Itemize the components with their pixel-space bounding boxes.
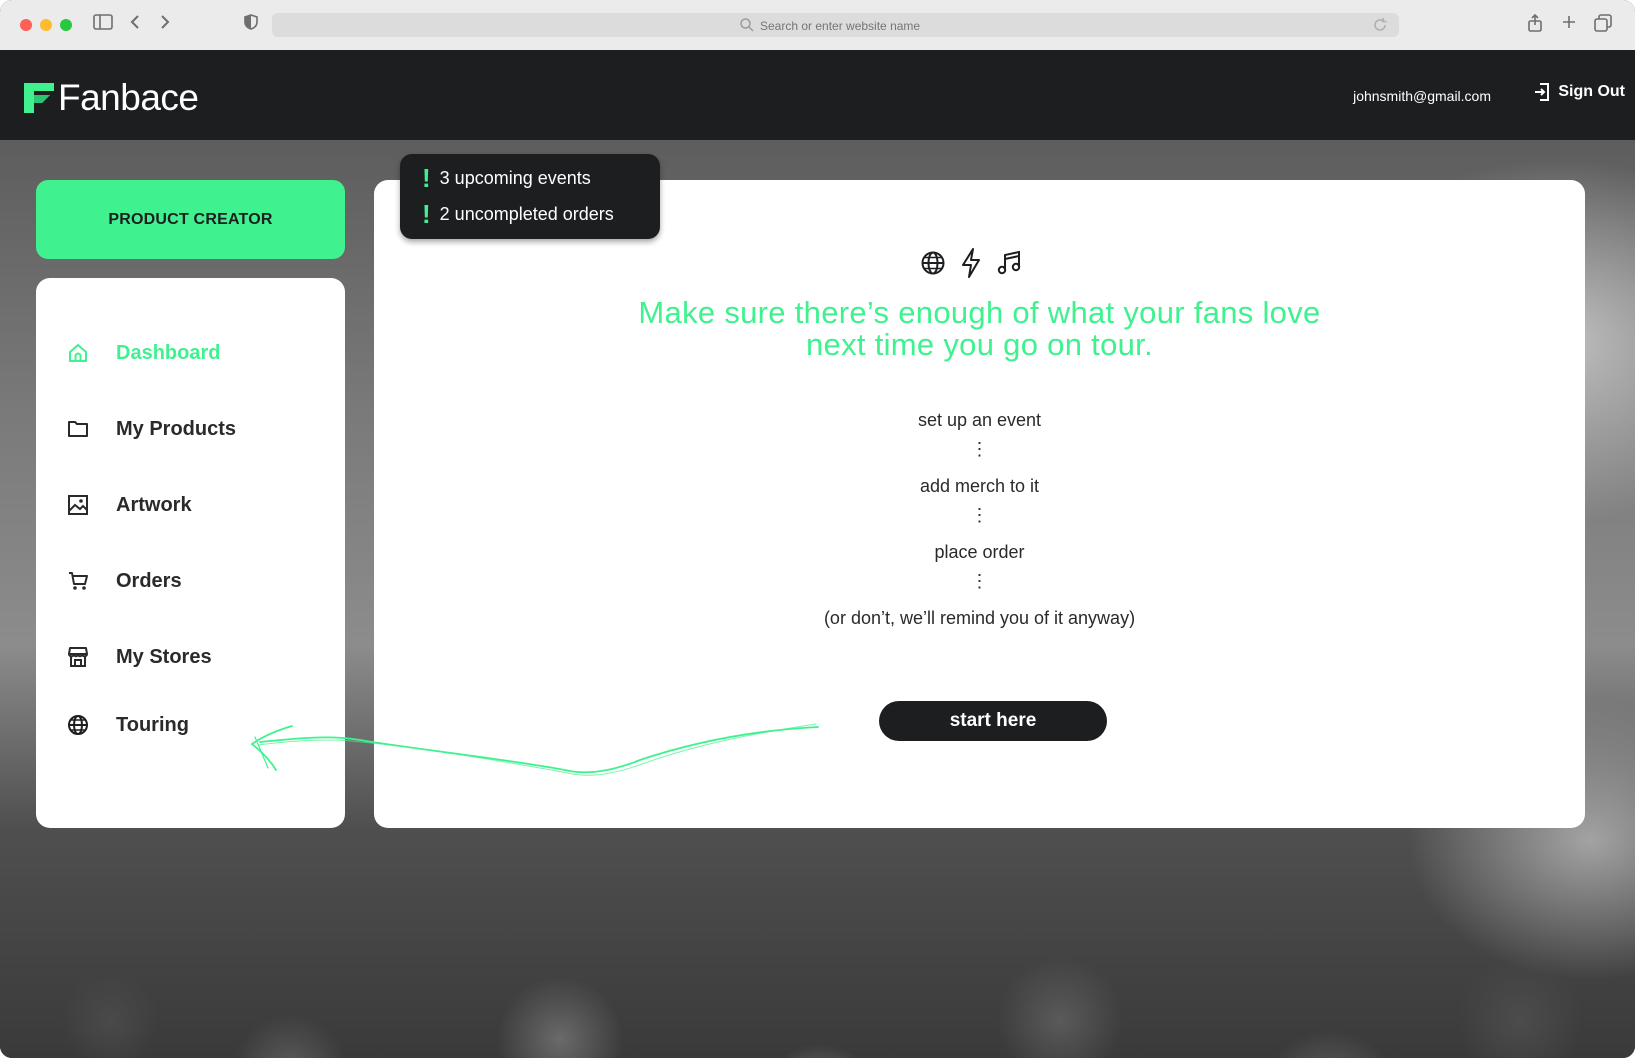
exclamation-icon: ! (422, 163, 431, 193)
address-input[interactable] (758, 15, 1062, 37)
zoom-window-button[interactable] (60, 19, 72, 31)
sidebar-item-my-products[interactable]: My Products (66, 411, 326, 447)
cart-icon (66, 569, 90, 593)
home-icon (66, 341, 90, 365)
sidebar-item-artwork[interactable]: Artwork (66, 487, 326, 523)
globe-icon (66, 713, 90, 737)
image-icon (66, 493, 90, 517)
back-icon[interactable] (124, 14, 146, 36)
step-reminder-note: (or don’t, we’ll remind you of it anyway… (823, 608, 1136, 628)
sidebar-toggle-icon[interactable] (92, 14, 114, 36)
step-set-up-event: set up an event (917, 410, 1042, 430)
sidebar-nav: Dashboard My Products Artwork Orders My … (36, 278, 345, 828)
folder-icon (66, 417, 90, 441)
minimize-window-button[interactable] (40, 19, 52, 31)
sidebar-item-label: Dashboard (116, 341, 221, 364)
browser-toolbar (0, 0, 1635, 51)
share-icon[interactable] (1524, 13, 1546, 36)
product-creator-button[interactable]: PRODUCT CREATOR (36, 180, 345, 259)
sidebar-item-label: Touring (116, 713, 189, 736)
logo-text: Fanbace (58, 77, 199, 118)
alert-upcoming-events[interactable]: ! 3 upcoming events (422, 165, 591, 191)
alert-text: 3 upcoming events (439, 167, 591, 188)
logo[interactable]: Fanbace (22, 77, 199, 118)
user-email: johnsmith@gmail.com (1353, 88, 1491, 104)
sidebar-item-label: My Stores (116, 645, 212, 668)
step-add-merch: add merch to it (919, 476, 1040, 496)
page-headline: Make sure there’s enough of what your fa… (374, 297, 1585, 361)
sidebar-item-touring[interactable]: Touring (66, 707, 326, 743)
lightning-icon (962, 248, 980, 278)
browser-window: Fanbace johnsmith@gmail.com Sign Out PRO… (0, 0, 1635, 1058)
forward-icon[interactable] (154, 14, 176, 36)
sidebar-item-dashboard[interactable]: Dashboard (66, 335, 326, 371)
feature-icons (920, 248, 1022, 278)
sidebar-item-label: My Products (116, 417, 237, 440)
headline-line-1: Make sure there’s enough of what your fa… (638, 295, 1321, 330)
sign-out-button[interactable]: Sign Out (1534, 83, 1625, 101)
music-note-icon (997, 250, 1021, 275)
search-icon (740, 18, 754, 32)
exclamation-icon: ! (422, 199, 431, 229)
app-header: Fanbace johnsmith@gmail.com Sign Out (0, 50, 1635, 140)
step-separator: ⋮ (970, 571, 989, 591)
fanbace-logo-icon (24, 83, 54, 113)
address-bar[interactable] (272, 13, 1399, 37)
sidebar-item-orders[interactable]: Orders (66, 563, 326, 599)
privacy-shield-icon[interactable] (240, 14, 262, 36)
sign-out-icon (1535, 83, 1550, 101)
start-here-button[interactable]: start here (879, 701, 1107, 741)
alerts-popover: ! 3 upcoming events ! 2 uncompleted orde… (400, 154, 660, 239)
sidebar-item-label: Orders (116, 569, 182, 592)
step-separator: ⋮ (970, 505, 989, 525)
globe-icon (921, 251, 945, 275)
close-window-button[interactable] (20, 19, 32, 31)
sidebar-item-my-stores[interactable]: My Stores (66, 639, 326, 675)
reload-icon[interactable] (1371, 16, 1389, 34)
sign-out-label: Sign Out (1558, 83, 1625, 100)
step-separator: ⋮ (970, 439, 989, 459)
tab-overview-icon[interactable] (1592, 14, 1614, 36)
headline-line-2: next time you go on tour. (806, 327, 1153, 362)
store-icon (66, 645, 90, 669)
sidebar-item-label: Artwork (116, 493, 192, 516)
alert-uncompleted-orders[interactable]: ! 2 uncompleted orders (422, 201, 614, 227)
alert-text: 2 uncompleted orders (439, 203, 614, 224)
new-tab-icon[interactable] (1558, 14, 1580, 36)
step-place-order: place order (934, 542, 1025, 562)
